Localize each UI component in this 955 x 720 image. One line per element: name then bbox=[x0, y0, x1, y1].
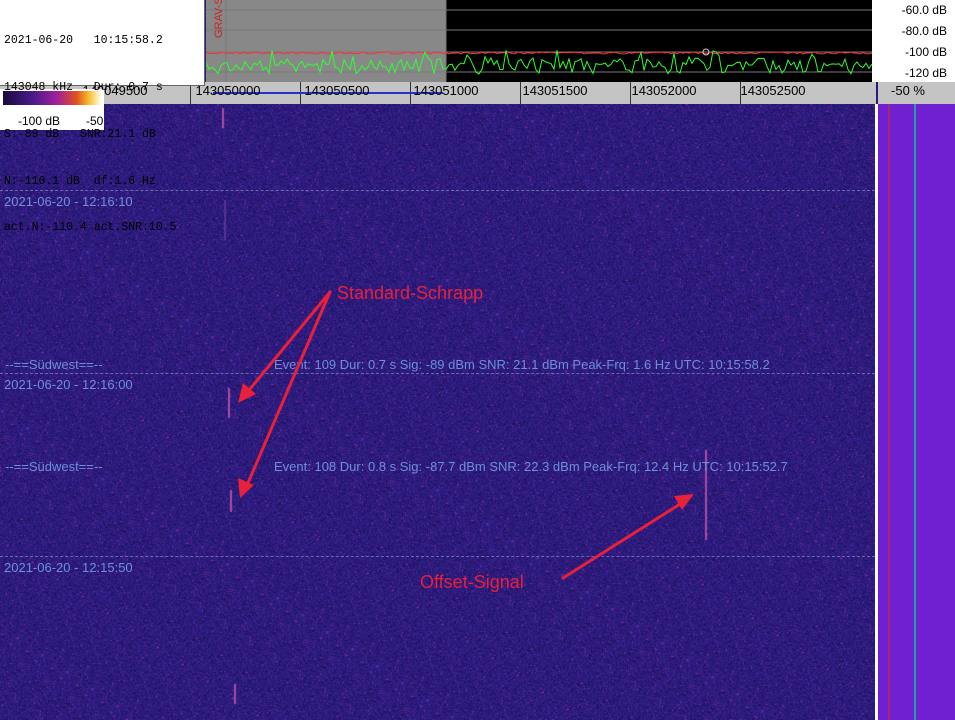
arrowhead bbox=[238, 478, 254, 498]
annotation-standard-label: Standard-Schrapp bbox=[337, 283, 484, 303]
arrow-offset bbox=[561, 497, 690, 580]
annotation-offset-label: Offset-Signal bbox=[420, 572, 524, 592]
arrow-standard-2 bbox=[243, 290, 332, 492]
arrow-standard-1 bbox=[243, 290, 332, 397]
annotation-arrows bbox=[238, 290, 694, 580]
